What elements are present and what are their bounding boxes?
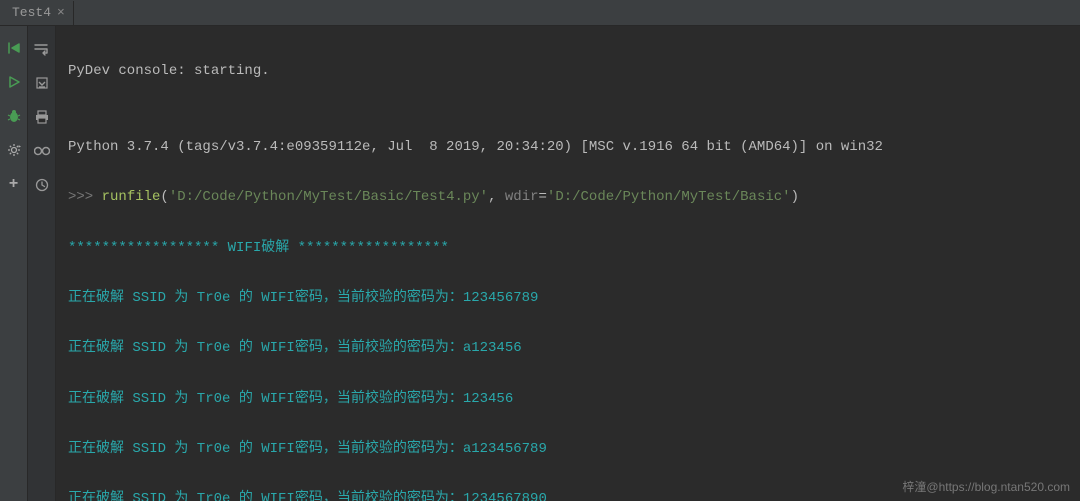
crack-prefix: 正在破解 SSID 为 Tr0e 的 WIFI密码，当前校验的密码为： (68, 290, 463, 306)
sep-part: ****************** (68, 240, 228, 256)
watermark: 梓潼@https://blog.ntan520.com (902, 478, 1070, 495)
settings-icon[interactable]: ▸ (6, 142, 22, 158)
console-line: 正在破解 SSID 为 Tr0e 的 WIFI密码，当前校验的密码为：12345… (68, 286, 1068, 311)
sep-title: WIFI破解 (228, 240, 290, 256)
string-arg: 'D:/Code/Python/MyTest/Basic/Test4.py' (169, 189, 488, 205)
paren: ( (160, 189, 168, 205)
crack-value: a123456 (463, 340, 522, 356)
crack-prefix: 正在破解 SSID 为 Tr0e 的 WIFI密码，当前校验的密码为： (68, 340, 463, 356)
crack-value: 1234567890 (463, 491, 547, 501)
crack-prefix: 正在破解 SSID 为 Tr0e 的 WIFI密码，当前校验的密码为： (68, 391, 463, 407)
console-line: ****************** WIFI破解 **************… (68, 236, 1068, 261)
tab-bar: Test4 × (0, 0, 1080, 26)
crack-value: a123456789 (463, 441, 547, 457)
console-line: >>> runfile('D:/Code/Python/MyTest/Basic… (68, 185, 1068, 210)
console-output[interactable]: PyDev console: starting. Python 3.7.4 (t… (56, 26, 1080, 501)
console-line: 正在破解 SSID 为 Tr0e 的 WIFI密码，当前校验的密码为：12345… (68, 387, 1068, 412)
comma: , (488, 189, 505, 205)
print-icon[interactable] (33, 108, 51, 126)
fn-name: runfile (102, 189, 161, 205)
history-icon[interactable] (33, 176, 51, 194)
kwarg: wdir (505, 189, 539, 205)
crack-value: 123456 (463, 391, 513, 407)
crack-prefix: 正在破解 SSID 为 Tr0e 的 WIFI密码，当前校验的密码为： (68, 441, 463, 457)
console-line: PyDev console: starting. (68, 59, 1068, 84)
add-icon[interactable]: + (6, 176, 22, 192)
svg-text:▸: ▸ (18, 143, 21, 150)
debug-icon[interactable] (6, 108, 22, 124)
action-gutter: ▸ + (0, 26, 28, 501)
paren: ) (791, 189, 799, 205)
play-icon[interactable] (6, 74, 22, 90)
tab-label: Test4 (12, 5, 51, 20)
tab-test4[interactable]: Test4 × (4, 1, 74, 25)
equals: = (539, 189, 547, 205)
console-line: Python 3.7.4 (tags/v3.7.4:e09359112e, Ju… (68, 135, 1068, 160)
crack-prefix: 正在破解 SSID 为 Tr0e 的 WIFI密码，当前校验的密码为： (68, 491, 463, 501)
prompt-text: >>> (68, 189, 102, 205)
scroll-to-end-icon[interactable] (33, 74, 51, 92)
close-icon[interactable]: × (57, 5, 65, 20)
console-line: 正在破解 SSID 为 Tr0e 的 WIFI密码，当前校验的密码为：a1234… (68, 336, 1068, 361)
tool-gutter (28, 26, 56, 501)
console-line: 正在破解 SSID 为 Tr0e 的 WIFI密码，当前校验的密码为：a1234… (68, 437, 1068, 462)
show-variables-icon[interactable] (33, 142, 51, 160)
soft-wrap-icon[interactable] (33, 40, 51, 58)
string-arg: 'D:/Code/Python/MyTest/Basic' (547, 189, 791, 205)
rerun-icon[interactable] (6, 40, 22, 56)
sep-part: ****************** (289, 240, 449, 256)
crack-value: 123456789 (463, 290, 539, 306)
